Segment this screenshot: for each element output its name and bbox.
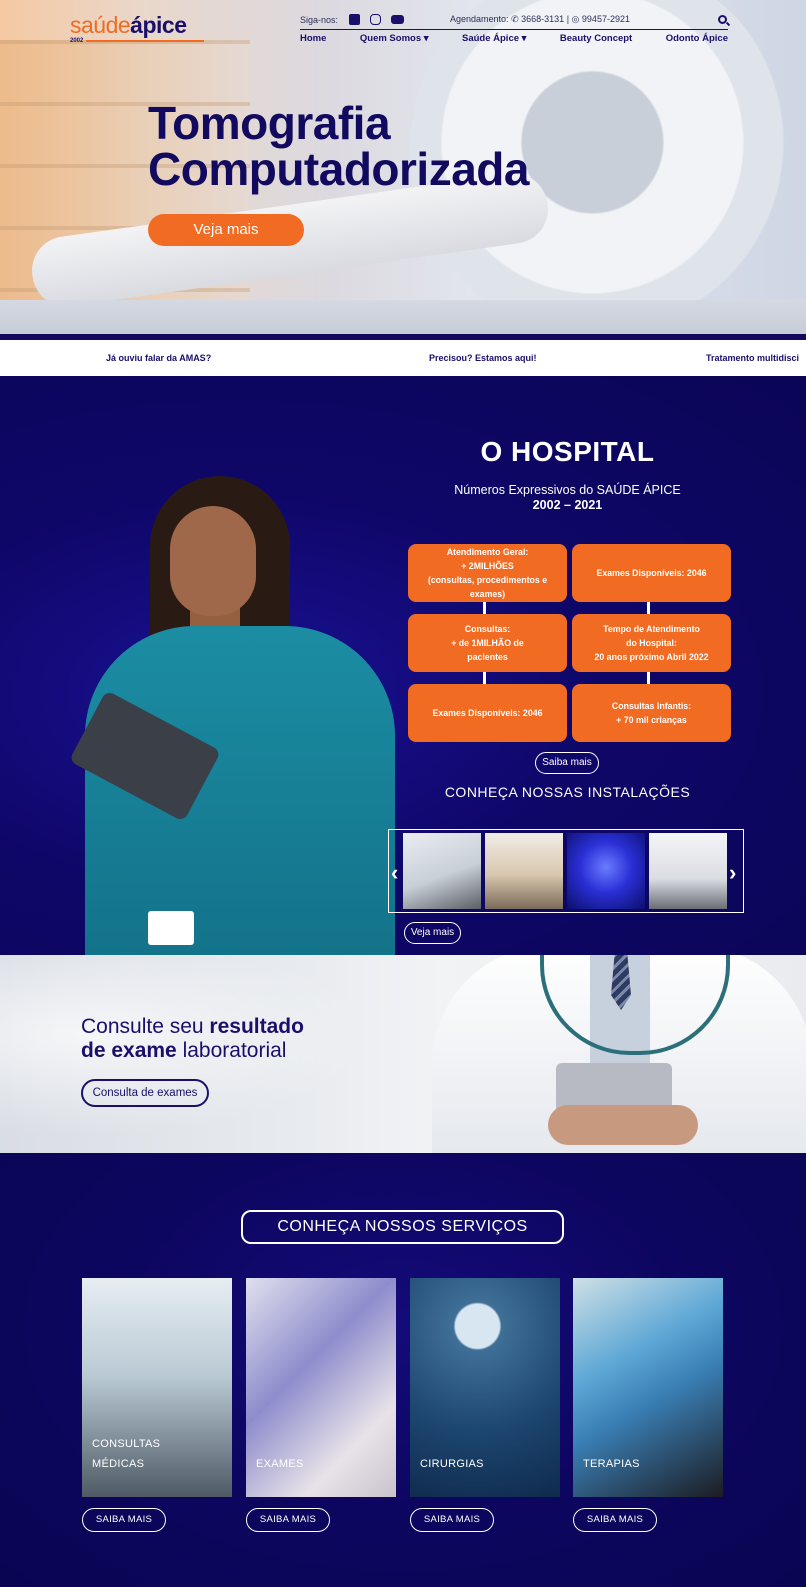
hero-title-line-2: Computadorizada — [148, 143, 529, 195]
hospital-years: 2002 – 2021 — [532, 498, 603, 512]
nav-saude-apice[interactable]: Saúde Ápice ▾ — [462, 33, 526, 44]
service-more-button[interactable]: SAIBA MAIS — [410, 1508, 494, 1532]
service-card-label: EXAMES — [256, 1458, 304, 1470]
hospital-subtitle: Números Expressivos do SAÚDE ÁPICE — [454, 483, 681, 497]
installations-title: CONHEÇA NOSSAS INSTALAÇÕES — [444, 784, 691, 800]
hospital-more-button[interactable]: Saiba mais — [535, 752, 599, 774]
service-more-button[interactable]: SAIBA MAIS — [573, 1508, 657, 1532]
page: saúdeápice 2002 Siga-nos: Agendamento: ✆… — [0, 0, 806, 1587]
ticker-item[interactable]: Já ouviu falar da AMAS? — [106, 353, 211, 363]
exam-heading-text: laboratorial — [176, 1039, 287, 1062]
gallery-image[interactable] — [649, 833, 727, 909]
service-card-label: CONSULTAS MÉDICAS — [92, 1438, 161, 1470]
installations-gallery: ‹ › — [388, 829, 744, 913]
logo-text-saude: saúde — [70, 12, 131, 38]
service-card-terapias[interactable]: TERAPIAS — [573, 1278, 723, 1497]
phone-number[interactable]: 3668-3131 — [521, 14, 564, 24]
stat-card-consultations: Consultas: + de 1MILHÃO de pacientes — [408, 614, 567, 672]
logo-year: 2002 — [70, 38, 84, 44]
nav-quem-somos[interactable]: Quem Somos ▾ — [360, 33, 429, 44]
service-more-button[interactable]: SAIBA MAIS — [246, 1508, 330, 1532]
instagram-icon[interactable] — [370, 14, 382, 25]
service-card-cirurgias[interactable]: CIRURGIAS — [410, 1278, 560, 1497]
phone-icon: ✆ — [511, 14, 519, 24]
nav-divider — [300, 29, 728, 30]
nav-beauty-concept[interactable]: Beauty Concept — [560, 33, 632, 44]
ticker-item[interactable]: Precisou? Estamos aqui! — [429, 353, 537, 363]
exam-heading-text: Consulte seu — [81, 1015, 210, 1038]
schedule-info: Agendamento: ✆ 3668-3131 | ◎ 99457-2921 — [450, 14, 630, 25]
follow-label: Siga-nos: — [300, 14, 339, 25]
facebook-icon[interactable] — [349, 14, 361, 25]
gallery-image[interactable] — [485, 833, 563, 909]
exam-heading: Consulte seu resultado de exame laborato… — [81, 1015, 304, 1063]
hero-title: Tomografia Computadorizada — [148, 100, 529, 192]
hero-banner: saúdeápice 2002 Siga-nos: Agendamento: ✆… — [0, 0, 806, 340]
schedule-label: Agendamento: — [450, 14, 509, 24]
logo-text-apice: ápice — [130, 12, 187, 38]
exam-heading-bold: resultado — [209, 1015, 304, 1038]
youtube-icon[interactable] — [391, 15, 405, 24]
stat-card-service-time: Tempo de Atendimento do Hospital: 20 ano… — [572, 614, 731, 672]
logo-underline — [86, 40, 204, 42]
search-icon[interactable] — [718, 15, 727, 24]
site-logo[interactable]: saúdeápice — [70, 12, 187, 39]
nurse-image-badge — [148, 911, 194, 945]
service-more-button[interactable]: SAIBA MAIS — [82, 1508, 166, 1532]
ticker-bar: Já ouviu falar da AMAS? Precisou? Estamo… — [0, 340, 806, 376]
service-card-consultas[interactable]: CONSULTAS MÉDICAS — [82, 1278, 232, 1497]
whatsapp-icon: ◎ — [571, 14, 580, 24]
separator: | — [566, 14, 570, 24]
doctor-image-hands — [548, 1105, 698, 1145]
exam-consult-button[interactable]: Consulta de exames — [81, 1079, 209, 1107]
stat-card-pediatric: Consultas Infantis: + 70 mil crianças — [572, 684, 731, 742]
gallery-image[interactable] — [567, 833, 645, 909]
hero-title-line-1: Tomografia — [148, 97, 391, 149]
service-card-label: CIRURGIAS — [420, 1458, 484, 1470]
service-card-label: TERAPIAS — [583, 1458, 640, 1470]
whatsapp-number[interactable]: 99457-2921 — [582, 14, 630, 24]
main-nav: Home Quem Somos ▾ Saúde Ápice ▾ Beauty C… — [300, 33, 728, 44]
chevron-right-icon[interactable]: › — [729, 860, 736, 886]
stat-card-exams-2: Exames Disponíveis: 2046 — [408, 684, 567, 742]
stat-card-exams: Exames Disponíveis: 2046 — [572, 544, 731, 602]
chevron-left-icon[interactable]: ‹ — [391, 860, 398, 886]
gallery-image[interactable] — [403, 833, 481, 909]
social-bar: Siga-nos: — [300, 14, 409, 25]
nav-home[interactable]: Home — [300, 33, 326, 44]
hospital-section: O HOSPITAL Números Expressivos do SAÚDE … — [0, 376, 806, 955]
nurse-image-face — [170, 506, 256, 616]
stat-card-general: Atendimento Geral: + 2MILHÕES (consultas… — [408, 544, 567, 602]
hero-cta-button[interactable]: Veja mais — [148, 214, 304, 246]
gallery-more-button[interactable]: Veja mais — [404, 922, 461, 944]
ticker-item[interactable]: Tratamento multidisci — [706, 353, 799, 363]
exam-heading-bold: de exame — [81, 1039, 177, 1062]
nav-odonto-apice[interactable]: Odonto Ápice — [666, 33, 728, 44]
service-card-exames[interactable]: EXAMES — [246, 1278, 396, 1497]
hospital-title: O HOSPITAL — [480, 436, 655, 467]
services-title: CONHEÇA NOSSOS SERVIÇOS — [241, 1210, 564, 1244]
